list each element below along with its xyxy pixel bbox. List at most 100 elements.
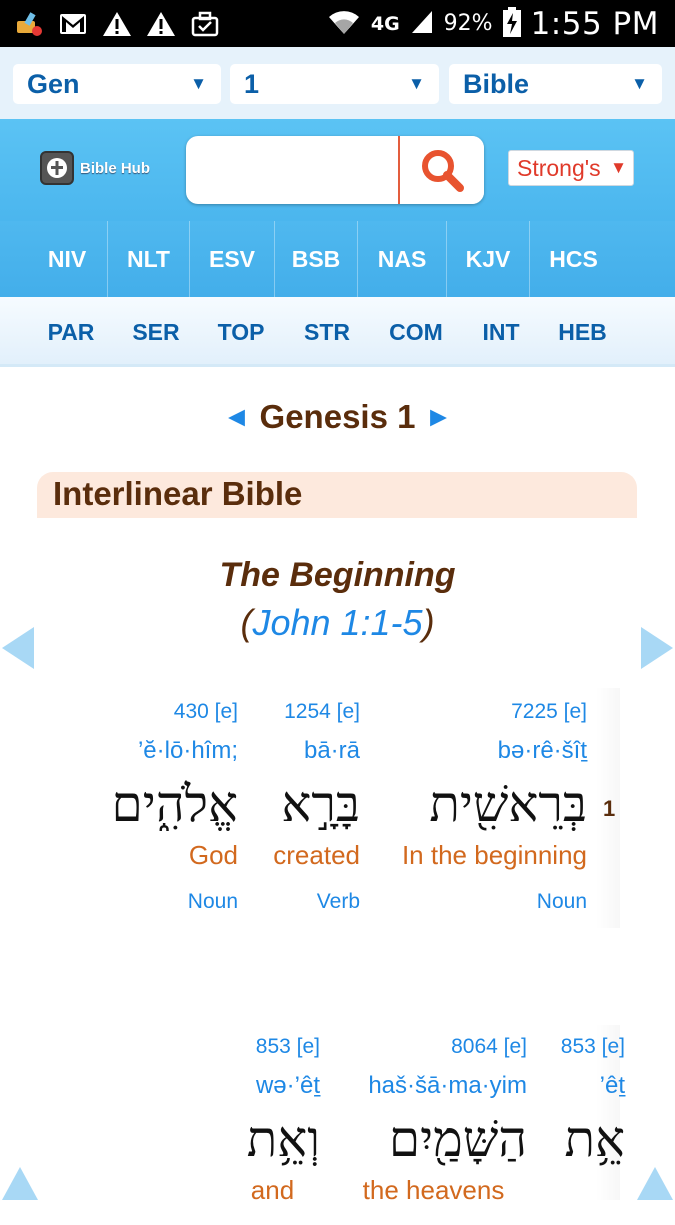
ref-close-paren: ) (422, 602, 435, 643)
clock: 1:55 PM (530, 5, 659, 42)
tab-nlt[interactable]: NLT (108, 221, 190, 297)
strongs-number-link[interactable]: 8064 [e] (340, 1035, 527, 1065)
tab-par[interactable]: PAR (27, 297, 115, 364)
part-of-speech[interactable]: Noun (90, 890, 238, 914)
tool-tabs-pad (0, 297, 27, 364)
scroll-up-arrow-icon[interactable] (0, 1165, 40, 1200)
tab-int[interactable]: INT (463, 297, 539, 364)
chapter-title: Genesis 1 (259, 398, 416, 435)
english-gloss (540, 1175, 625, 1225)
verse-number[interactable]: 1 (603, 796, 615, 822)
tab-ser[interactable]: SER (115, 297, 197, 364)
site-header: Bible Hub Strong's ▼ (0, 119, 675, 221)
hebrew-word[interactable]: אֵ֥ת (540, 1109, 626, 1175)
interlinear-word: 853 [e] ’êṯ אֵ֥ת (540, 1035, 625, 1225)
scroll-up-arrow-icon-right[interactable] (635, 1165, 675, 1200)
english-gloss: created (273, 840, 360, 870)
search-box (186, 136, 484, 204)
signal-icon (410, 9, 434, 39)
search-button[interactable] (398, 136, 484, 204)
transliteration: bā·rā (303, 737, 360, 764)
transliteration: bə·rê·šîṯ (497, 737, 587, 764)
strongs-number-link[interactable]: 1254 [e] (255, 700, 360, 730)
tab-top[interactable]: TOP (197, 297, 285, 364)
tab-hcs[interactable]: HCS (530, 221, 617, 297)
strongs-number-link[interactable]: 853 [e] (225, 1035, 320, 1065)
strongs-number-link[interactable]: 430 [e] (90, 700, 238, 730)
chapter-select[interactable]: 1 ▼ (230, 64, 439, 104)
passage-selector-bar: Gen ▼ 1 ▼ Bible ▼ (0, 47, 675, 119)
part-of-speech[interactable]: Verb (255, 890, 360, 914)
interlinear-word: 7225 [e] bə·rê·šîṯ בְּרֵאשִׁ֖ית In the b… (380, 700, 587, 914)
network-label: 4G (370, 12, 400, 35)
version-tabs: NIV NLT ESV BSB NAS KJV HCS (0, 221, 675, 297)
interlinear-word: 1254 [e] bā·rā בָּרָ֣א created Verb (255, 700, 360, 914)
tab-esv[interactable]: ESV (190, 221, 275, 297)
strongs-number-link[interactable]: 7225 [e] (380, 700, 587, 730)
version-tabs-pad (0, 221, 27, 297)
hebrew-word[interactable]: וְאֵ֥ת (225, 1109, 320, 1175)
next-page-arrow-icon[interactable] (639, 625, 675, 671)
transliteration: wə·’êṯ (255, 1072, 320, 1099)
logo-text: Bible Hub (80, 159, 150, 177)
notification-icons (14, 0, 220, 47)
tab-com[interactable]: COM (369, 297, 463, 364)
tab-nas[interactable]: NAS (358, 221, 447, 297)
prev-chapter-arrow[interactable]: ◄ (223, 401, 251, 432)
book-select[interactable]: Gen ▼ (13, 64, 221, 104)
pericope-title: The Beginning (219, 556, 456, 594)
hebrew-word[interactable]: אֱלֹהִ֑ים (90, 774, 238, 840)
warning-icon-2 (146, 11, 176, 37)
battery-percent: 92% (443, 11, 493, 36)
chapter-nav: ◄ Genesis 1 ► (0, 398, 675, 436)
chevron-down-icon: ▼ (190, 74, 207, 93)
book-select-value: Gen (27, 69, 80, 99)
hebrew-word[interactable]: בָּרָ֣א (255, 774, 360, 840)
transliteration: ’ĕ·lō·hîm; (137, 737, 238, 764)
status-bar: 4G 92% 1:55 PM (0, 0, 675, 47)
strongs-number-link[interactable]: 853 [e] (540, 1035, 625, 1065)
battery-charging-icon (502, 6, 521, 41)
cross-reference-link[interactable]: John 1:1-5 (252, 602, 422, 643)
english-gloss: In the beginning (401, 840, 587, 870)
transliteration: ’êṯ (599, 1072, 625, 1099)
tab-niv[interactable]: NIV (27, 221, 108, 297)
gmail-icon (58, 11, 88, 37)
cleaner-app-icon (14, 11, 44, 37)
tab-str[interactable]: STR (285, 297, 369, 364)
chevron-down-icon: ▼ (408, 74, 425, 93)
english-gloss: God (188, 840, 238, 870)
hebrew-word[interactable]: הַשָּׁמַ֖יִם (340, 1109, 527, 1175)
search-icon (422, 150, 464, 192)
interlinear-word: 430 [e] ’ĕ·lō·hîm; אֱלֹהִ֑ים God Noun (90, 700, 238, 914)
section-title: Interlinear Bible (37, 472, 637, 518)
interlinear-word: 8064 [e] haš·šā·ma·yim הַשָּׁמַ֖יִם the … (340, 1035, 527, 1225)
tab-bsb[interactable]: BSB (275, 221, 358, 297)
english-gloss: and (250, 1175, 295, 1205)
bible-hub-logo-icon (40, 151, 74, 185)
wifi-icon (327, 8, 361, 40)
hebrew-word[interactable]: בְּרֵאשִׁ֖ית (380, 774, 587, 840)
search-input[interactable] (196, 146, 386, 194)
cross-reference: (John 1:1-5) (0, 602, 675, 644)
strongs-select[interactable]: Strong's ▼ (508, 150, 634, 186)
version-select[interactable]: Bible ▼ (449, 64, 662, 104)
briefcase-check-icon (190, 11, 220, 37)
part-of-speech[interactable]: Noun (380, 890, 587, 914)
interlinear-word: 853 [e] wə·’êṯ וְאֵ֥ת and (225, 1035, 320, 1225)
strongs-select-value: Strong's (517, 155, 601, 181)
version-select-value: Bible (463, 69, 530, 99)
tool-tabs: PAR SER TOP STR COM INT HEB (0, 297, 675, 367)
next-chapter-arrow[interactable]: ► (425, 401, 453, 432)
transliteration: haš·šā·ma·yim (368, 1072, 527, 1099)
bible-hub-logo[interactable]: Bible Hub (40, 151, 150, 185)
tab-heb[interactable]: HEB (539, 297, 626, 364)
english-gloss: the heavens (362, 1175, 505, 1205)
prev-page-arrow-icon[interactable] (0, 625, 36, 671)
ref-open-paren: ( (240, 602, 253, 643)
chevron-down-icon: ▼ (631, 74, 648, 93)
system-icons: 4G 92% 1:55 PM (327, 0, 659, 47)
chapter-select-value: 1 (244, 69, 260, 99)
warning-icon (102, 11, 132, 37)
tab-kjv[interactable]: KJV (447, 221, 530, 297)
